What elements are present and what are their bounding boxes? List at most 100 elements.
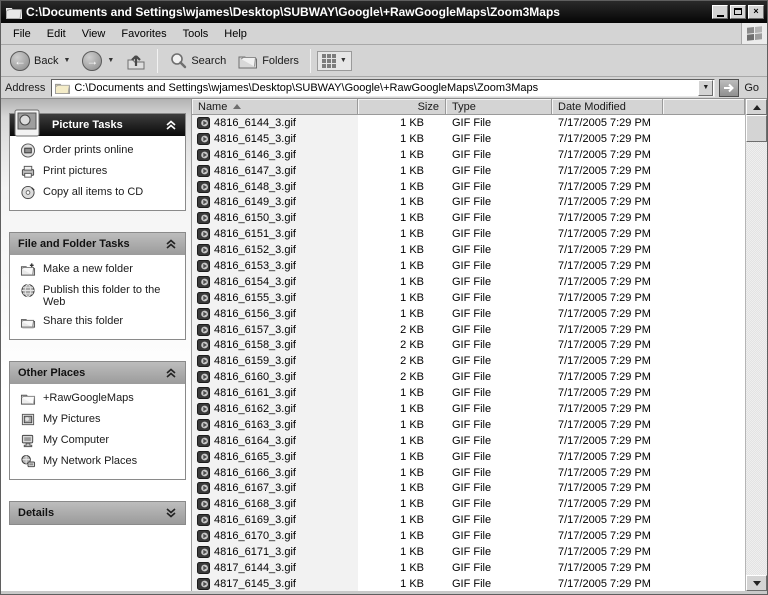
- views-dropdown-icon[interactable]: ▼: [340, 57, 347, 64]
- minimize-button[interactable]: [712, 5, 728, 19]
- file-row[interactable]: 4816_6168_3.gif 1 KB GIF File 7/17/2005 …: [192, 496, 745, 512]
- file-row[interactable]: 4816_6170_3.gif 1 KB GIF File 7/17/2005 …: [192, 528, 745, 544]
- file-row[interactable]: 4816_6147_3.gif 1 KB GIF File 7/17/2005 …: [192, 163, 745, 179]
- gif-file-icon: [197, 339, 210, 351]
- views-button[interactable]: ▼: [317, 51, 352, 71]
- file-row[interactable]: 4816_6156_3.gif 1 KB GIF File 7/17/2005 …: [192, 306, 745, 322]
- file-row[interactable]: 4816_6150_3.gif 1 KB GIF File 7/17/2005 …: [192, 210, 745, 226]
- place-rawgooglemaps[interactable]: +RawGoogleMaps: [20, 392, 179, 406]
- file-date-modified: 7/17/2005 7:29 PM: [552, 163, 663, 179]
- task-make-new-folder[interactable]: Make a new folder: [20, 263, 179, 277]
- address-input[interactable]: C:\Documents and Settings\wjames\Desktop…: [51, 79, 715, 97]
- file-row[interactable]: 4816_6166_3.gif 1 KB GIF File 7/17/2005 …: [192, 465, 745, 481]
- scroll-down-button[interactable]: [746, 575, 767, 591]
- other-places-header[interactable]: Other Places: [10, 362, 185, 384]
- menu-tools[interactable]: Tools: [175, 25, 217, 43]
- file-row[interactable]: 4816_6169_3.gif 1 KB GIF File 7/17/2005 …: [192, 512, 745, 528]
- file-row[interactable]: 4816_6153_3.gif 1 KB GIF File 7/17/2005 …: [192, 258, 745, 274]
- file-row[interactable]: 4816_6146_3.gif 1 KB GIF File 7/17/2005 …: [192, 147, 745, 163]
- scroll-up-button[interactable]: [746, 99, 767, 115]
- go-label[interactable]: Go: [743, 82, 763, 94]
- file-row[interactable]: 4816_6167_3.gif 1 KB GIF File 7/17/2005 …: [192, 480, 745, 496]
- gif-file-icon: [197, 467, 210, 479]
- file-folder-tasks-header[interactable]: File and Folder Tasks: [10, 233, 185, 255]
- windows-flag-icon: [747, 26, 762, 41]
- folders-button[interactable]: Folders: [233, 51, 304, 71]
- chevron-up-icon[interactable]: [165, 239, 177, 249]
- file-row[interactable]: 4816_6154_3.gif 1 KB GIF File 7/17/2005 …: [192, 274, 745, 290]
- maximize-button[interactable]: [730, 5, 746, 19]
- file-row[interactable]: 4817_6144_3.gif 1 KB GIF File 7/17/2005 …: [192, 560, 745, 576]
- place-my-pictures[interactable]: My Pictures: [20, 413, 179, 427]
- details-header[interactable]: Details: [10, 502, 185, 524]
- forward-dropdown-icon[interactable]: ▼: [107, 57, 114, 64]
- file-row[interactable]: 4816_6157_3.gif 2 KB GIF File 7/17/2005 …: [192, 322, 745, 338]
- forward-button[interactable]: → ▼: [77, 49, 119, 73]
- task-share-folder[interactable]: Share this folder: [20, 315, 179, 329]
- menu-view[interactable]: View: [74, 25, 114, 43]
- file-row[interactable]: 4816_6160_3.gif 2 KB GIF File 7/17/2005 …: [192, 369, 745, 385]
- task-print-pictures[interactable]: Print pictures: [20, 165, 179, 179]
- search-icon: [169, 52, 187, 70]
- file-row[interactable]: 4816_6151_3.gif 1 KB GIF File 7/17/2005 …: [192, 226, 745, 242]
- file-name: 4816_6162_3.gif: [214, 403, 296, 415]
- file-row[interactable]: 4816_6161_3.gif 1 KB GIF File 7/17/2005 …: [192, 385, 745, 401]
- chevron-down-icon[interactable]: [165, 508, 177, 518]
- column-header-name[interactable]: Name: [192, 99, 358, 115]
- back-button[interactable]: ← Back ▼: [5, 49, 75, 73]
- file-row-blank: [663, 115, 745, 131]
- file-row-blank: [663, 433, 745, 449]
- vertical-scrollbar[interactable]: [745, 99, 767, 591]
- file-row[interactable]: 4816_6158_3.gif 2 KB GIF File 7/17/2005 …: [192, 337, 745, 353]
- menu-edit[interactable]: Edit: [39, 25, 74, 43]
- scrollbar-thumb[interactable]: [746, 115, 767, 142]
- place-label: +RawGoogleMaps: [43, 392, 134, 404]
- file-name: 4816_6148_3.gif: [214, 181, 296, 193]
- file-row[interactable]: 4816_6152_3.gif 1 KB GIF File 7/17/2005 …: [192, 242, 745, 258]
- gif-file-icon: [197, 562, 210, 574]
- file-row[interactable]: 4816_6164_3.gif 1 KB GIF File 7/17/2005 …: [192, 433, 745, 449]
- column-header-size[interactable]: Size: [358, 99, 446, 115]
- close-button[interactable]: ×: [748, 5, 764, 19]
- file-row[interactable]: 4816_6171_3.gif 1 KB GIF File 7/17/2005 …: [192, 544, 745, 560]
- file-row[interactable]: 4816_6149_3.gif 1 KB GIF File 7/17/2005 …: [192, 194, 745, 210]
- gif-file-icon: [197, 403, 210, 415]
- menu-help[interactable]: Help: [216, 25, 255, 43]
- file-type: GIF File: [446, 560, 552, 576]
- column-header-date-modified[interactable]: Date Modified: [552, 99, 663, 115]
- file-row[interactable]: 4817_6145_3.gif 1 KB GIF File 7/17/2005 …: [192, 576, 745, 591]
- file-row[interactable]: 4816_6162_3.gif 1 KB GIF File 7/17/2005 …: [192, 401, 745, 417]
- go-button[interactable]: [719, 79, 739, 97]
- file-name: 4816_6163_3.gif: [214, 419, 296, 431]
- task-copy-to-cd[interactable]: Copy all items to CD: [20, 186, 179, 200]
- file-row[interactable]: 4816_6145_3.gif 1 KB GIF File 7/17/2005 …: [192, 131, 745, 147]
- menu-file[interactable]: File: [5, 25, 39, 43]
- place-my-computer[interactable]: My Computer: [20, 434, 179, 448]
- file-size: 1 KB: [358, 179, 446, 195]
- column-header-type[interactable]: Type: [446, 99, 552, 115]
- file-row-blank: [663, 465, 745, 481]
- scrollbar-track[interactable]: [746, 142, 767, 575]
- task-publish-to-web[interactable]: Publish this folder to the Web: [20, 284, 179, 308]
- file-row[interactable]: 4816_6163_3.gif 1 KB GIF File 7/17/2005 …: [192, 417, 745, 433]
- task-order-prints[interactable]: Order prints online: [20, 144, 179, 158]
- address-dropdown-icon[interactable]: ▼: [698, 80, 713, 96]
- file-row[interactable]: 4816_6159_3.gif 2 KB GIF File 7/17/2005 …: [192, 353, 745, 369]
- chevron-up-icon[interactable]: [165, 368, 177, 378]
- place-my-network-places[interactable]: My Network Places: [20, 455, 179, 469]
- explorer-window: C:\Documents and Settings\wjames\Desktop…: [0, 0, 768, 595]
- menu-bar: File Edit View Favorites Tools Help: [1, 23, 767, 45]
- cd-icon: [20, 185, 36, 200]
- file-row[interactable]: 4816_6148_3.gif 1 KB GIF File 7/17/2005 …: [192, 179, 745, 195]
- file-row-blank: [663, 528, 745, 544]
- back-dropdown-icon[interactable]: ▼: [63, 57, 70, 64]
- file-row[interactable]: 4816_6144_3.gif 1 KB GIF File 7/17/2005 …: [192, 115, 745, 131]
- title-bar[interactable]: C:\Documents and Settings\wjames\Desktop…: [1, 1, 767, 23]
- menu-favorites[interactable]: Favorites: [113, 25, 174, 43]
- search-button[interactable]: Search: [164, 50, 231, 72]
- my-network-places-icon: [20, 454, 36, 469]
- up-button[interactable]: [121, 49, 151, 73]
- file-row[interactable]: 4816_6155_3.gif 1 KB GIF File 7/17/2005 …: [192, 290, 745, 306]
- chevron-up-icon[interactable]: [165, 120, 177, 130]
- file-row[interactable]: 4816_6165_3.gif 1 KB GIF File 7/17/2005 …: [192, 449, 745, 465]
